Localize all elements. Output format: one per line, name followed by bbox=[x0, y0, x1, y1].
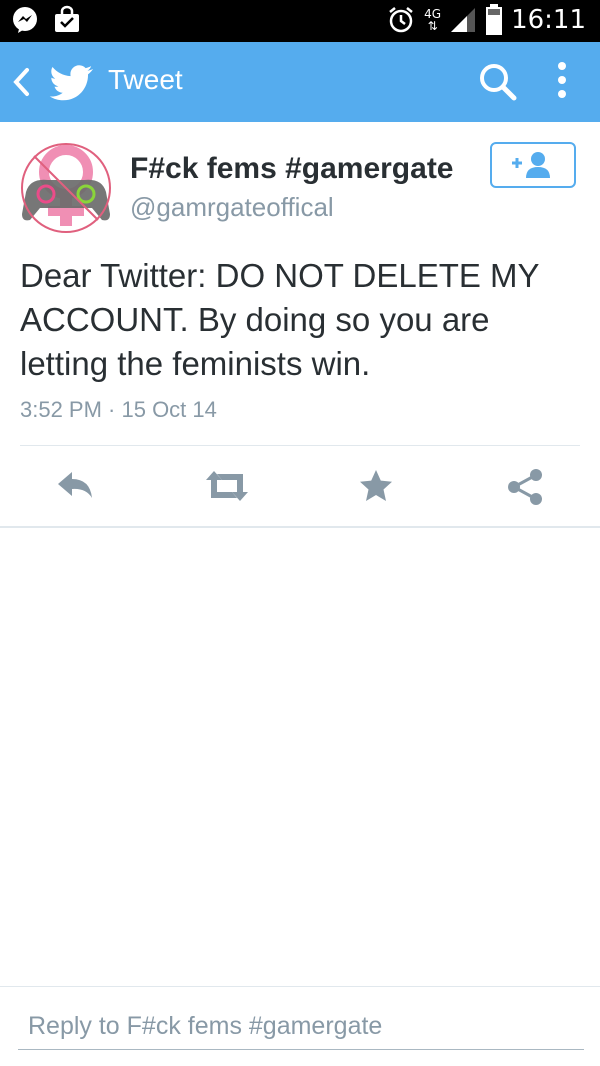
messenger-icon bbox=[13, 7, 37, 33]
retweet-icon[interactable] bbox=[204, 468, 250, 504]
page-title: Tweet bbox=[108, 64, 183, 95]
reply-input[interactable] bbox=[18, 1004, 584, 1050]
avatar[interactable] bbox=[20, 142, 112, 234]
app-bar: Tweet bbox=[0, 42, 600, 122]
divider bbox=[0, 526, 600, 528]
clock-time: 16:11 bbox=[511, 5, 586, 35]
overflow-menu-icon[interactable] bbox=[556, 60, 568, 100]
shopping-bag-check-icon bbox=[55, 5, 79, 32]
follow-button[interactable] bbox=[490, 142, 576, 188]
back-arrow-icon[interactable] bbox=[10, 64, 32, 100]
tweet-text: Dear Twitter: DO NOT DELETE MY ACCOUNT. … bbox=[20, 257, 539, 382]
tweet-timestamp: 3:52 PM · 15 Oct 14 bbox=[20, 397, 217, 422]
tweet-actions bbox=[0, 446, 600, 526]
display-name[interactable]: F#ck fems #gamergate bbox=[130, 152, 454, 186]
alarm-icon bbox=[389, 7, 413, 33]
share-icon[interactable] bbox=[506, 468, 544, 506]
status-bar: 4G ⇅ 16:11 bbox=[0, 0, 600, 42]
reply-bar-divider bbox=[0, 986, 600, 987]
network-type: 4G ⇅ bbox=[424, 7, 442, 33]
add-user-icon bbox=[512, 152, 550, 178]
search-icon[interactable] bbox=[478, 62, 518, 102]
user-handle[interactable]: @gamrgateoffical bbox=[130, 192, 334, 223]
battery-icon bbox=[486, 4, 503, 35]
twitter-bird-icon bbox=[49, 65, 93, 101]
reply-icon[interactable] bbox=[56, 468, 94, 504]
signal-icon bbox=[451, 8, 476, 32]
favorite-star-icon[interactable] bbox=[358, 468, 394, 504]
